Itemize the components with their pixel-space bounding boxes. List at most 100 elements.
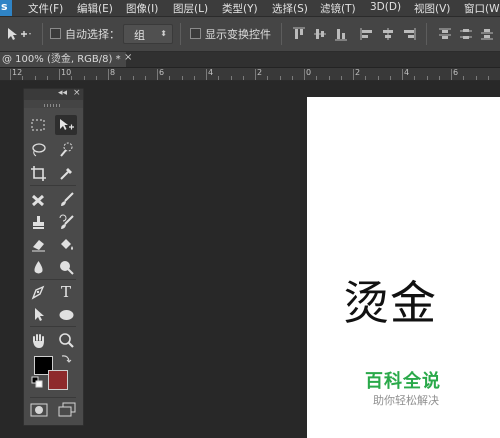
ruler-minor-tick xyxy=(242,76,244,80)
distribute-vertical-centers-icon[interactable] xyxy=(459,27,473,41)
ruler-minor-tick xyxy=(267,76,269,80)
menu-select[interactable]: 选择(S) xyxy=(272,1,308,16)
default-colors-icon[interactable] xyxy=(31,376,43,388)
watermark-subtitle: 助你轻松解决 xyxy=(373,394,439,407)
distribute-bottom-edges-icon[interactable] xyxy=(480,27,494,41)
ruler-minor-tick xyxy=(22,76,24,80)
options-bar: 自动选择： 组 ⬍ 显示变换控件 xyxy=(0,17,500,52)
photoshop-logo-icon[interactable]: s xyxy=(0,0,12,16)
quick-selection-tool-icon[interactable] xyxy=(55,139,77,159)
ruler-minor-tick xyxy=(46,76,48,80)
pen-tool-icon[interactable] xyxy=(27,282,49,302)
menu-bar: s 文件(F) 编辑(E) 图像(I) 图层(L) 类型(Y) 选择(S) 滤镜… xyxy=(0,0,500,17)
ruler-tick xyxy=(206,69,207,80)
ruler-label: 6 xyxy=(453,68,459,77)
ruler-minor-tick xyxy=(218,76,220,80)
align-right-edges-icon[interactable] xyxy=(402,27,416,41)
divider xyxy=(426,23,427,45)
divider xyxy=(180,23,181,45)
ruler-minor-tick xyxy=(144,76,146,80)
document-tab-bar: @ 100% (烫金, RGB/8) * × xyxy=(0,52,500,68)
ruler-minor-tick xyxy=(463,76,465,80)
move-tool-preset-icon[interactable] xyxy=(6,26,32,42)
ruler-tick xyxy=(108,69,109,80)
menu-filter[interactable]: 滤镜(T) xyxy=(320,1,356,16)
brush-tool-icon[interactable] xyxy=(55,189,77,209)
eyedropper-tool-icon[interactable] xyxy=(55,163,77,183)
dodge-tool-icon[interactable] xyxy=(55,257,77,277)
swap-colors-icon[interactable] xyxy=(60,353,72,365)
canvas-text-layer[interactable]: 烫金 xyxy=(343,267,437,333)
align-vertical-centers-icon[interactable] xyxy=(313,27,327,41)
document-canvas[interactable]: 烫金 百科全说 助你轻松解决 xyxy=(307,97,500,438)
menu-view[interactable]: 视图(V) xyxy=(414,1,450,16)
menu-edit[interactable]: 编辑(E) xyxy=(77,1,113,16)
ruler-label: 2 xyxy=(355,68,361,77)
menu-window[interactable]: 窗口(W) xyxy=(464,1,500,16)
crop-tool-icon[interactable] xyxy=(27,163,49,183)
paint-bucket-tool-icon[interactable] xyxy=(55,234,77,254)
collapse-panel-icon[interactable]: ◂◂ xyxy=(58,88,67,98)
ruler-minor-tick xyxy=(377,76,379,80)
lasso-tool-icon[interactable] xyxy=(27,139,49,159)
ruler-label: 2 xyxy=(257,68,263,77)
close-icon[interactable]: × xyxy=(73,88,81,98)
ruler-tick xyxy=(59,69,60,80)
eraser-tool-icon[interactable] xyxy=(27,234,49,254)
auto-select-label: 自动选择： xyxy=(65,28,120,41)
grip xyxy=(24,100,83,108)
hand-tool-icon[interactable] xyxy=(27,330,49,350)
document-tab[interactable]: @ 100% (烫金, RGB/8) * xyxy=(0,52,126,67)
marquee-tool-icon[interactable] xyxy=(27,115,49,135)
show-transform-checkbox[interactable] xyxy=(190,28,201,39)
align-bottom-edges-icon[interactable] xyxy=(334,27,348,41)
ruler-label: 0 xyxy=(306,68,312,77)
ruler-minor-tick xyxy=(438,76,440,80)
ruler-minor-tick xyxy=(83,76,85,80)
ruler-minor-tick xyxy=(193,76,195,80)
type-tool-icon[interactable]: T xyxy=(55,282,77,302)
ruler-tick xyxy=(451,69,452,80)
ruler-minor-tick xyxy=(487,76,489,80)
ruler-tick xyxy=(304,69,305,80)
tools-panel[interactable]: ◂◂ × T xyxy=(23,88,84,426)
ruler-minor-tick xyxy=(34,76,36,80)
healing-brush-tool-icon[interactable] xyxy=(27,189,49,209)
ruler-label: 12 xyxy=(12,68,23,77)
screen-mode-icon[interactable] xyxy=(58,402,76,418)
menu-type[interactable]: 类型(Y) xyxy=(222,1,258,16)
zoom-tool-icon[interactable] xyxy=(55,330,77,350)
distribute-top-edges-icon[interactable] xyxy=(438,27,452,41)
divider xyxy=(30,397,76,398)
align-left-edges-icon[interactable] xyxy=(360,27,374,41)
chevron-down-icon: ⬍ xyxy=(160,29,167,38)
ruler-minor-tick xyxy=(181,76,183,80)
blur-tool-icon[interactable] xyxy=(27,257,49,277)
align-horizontal-centers-icon[interactable] xyxy=(381,27,395,41)
path-selection-tool-icon[interactable] xyxy=(27,304,49,324)
close-icon[interactable]: × xyxy=(124,52,132,63)
tools-panel-header[interactable]: ◂◂ × xyxy=(24,88,83,100)
ruler-minor-tick xyxy=(71,76,73,80)
menu-layer[interactable]: 图层(L) xyxy=(173,1,208,16)
history-brush-tool-icon[interactable] xyxy=(55,212,77,232)
horizontal-ruler[interactable]: 12 10 8 6 4 2 0 2 4 6 xyxy=(0,68,500,81)
background-color-swatch[interactable] xyxy=(48,370,68,390)
ruler-label: 8 xyxy=(110,68,116,77)
ruler-minor-tick xyxy=(365,76,367,80)
ruler-tick xyxy=(353,69,354,80)
ruler-minor-tick xyxy=(120,76,122,80)
move-tool-icon[interactable] xyxy=(55,115,77,135)
auto-select-checkbox[interactable] xyxy=(50,28,61,39)
ellipse-tool-icon[interactable] xyxy=(55,304,77,324)
menu-3d[interactable]: 3D(D) xyxy=(370,1,401,13)
divider xyxy=(42,23,43,45)
clone-stamp-tool-icon[interactable] xyxy=(27,212,49,232)
align-top-edges-icon[interactable] xyxy=(292,27,306,41)
auto-select-dropdown[interactable]: 组 ⬍ xyxy=(123,24,173,44)
quick-mask-icon[interactable] xyxy=(30,402,48,418)
ruler-tick xyxy=(402,69,403,80)
menu-file[interactable]: 文件(F) xyxy=(28,1,63,16)
auto-select-value: 组 xyxy=(134,29,145,42)
menu-image[interactable]: 图像(I) xyxy=(126,1,158,16)
